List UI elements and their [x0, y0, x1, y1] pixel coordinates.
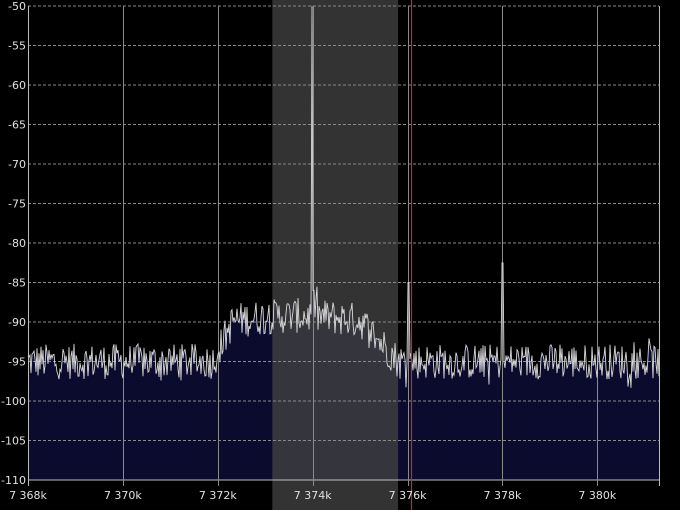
- y-tick-label: -75: [8, 198, 26, 211]
- x-tick-label: 7 374k: [294, 489, 332, 502]
- x-tick-label: 7 380k: [578, 489, 616, 502]
- y-tick-label: -55: [8, 40, 26, 53]
- y-tick-label: -110: [1, 474, 26, 487]
- y-tick-label: -65: [8, 119, 26, 132]
- x-tick-label: 7 372k: [199, 489, 237, 502]
- spectrum-view[interactable]: -50 -55 -60 -65 -70 -75 -80 -85 -90 -95 -100 -105 -1…: [0, 0, 680, 510]
- y-tick-label: -100: [1, 395, 26, 408]
- x-tick-label: 7 378k: [483, 489, 521, 502]
- x-tick-label: 7 370k: [104, 489, 142, 502]
- y-tick-label: -95: [8, 356, 26, 369]
- y-tick-label: -60: [8, 79, 26, 92]
- x-tick-label: 7 368k: [9, 489, 47, 502]
- y-tick-label: -105: [1, 435, 26, 448]
- y-tick-label: -80: [8, 237, 26, 250]
- y-tick-label: -85: [8, 277, 26, 290]
- passband-highlight[interactable]: [272, 0, 399, 510]
- y-tick-label: -70: [8, 158, 26, 171]
- y-tick-label: -90: [8, 316, 26, 329]
- passband-layer[interactable]: [272, 0, 399, 510]
- x-tick-label: 7 376k: [389, 489, 427, 502]
- y-tick-label: -50: [8, 0, 26, 13]
